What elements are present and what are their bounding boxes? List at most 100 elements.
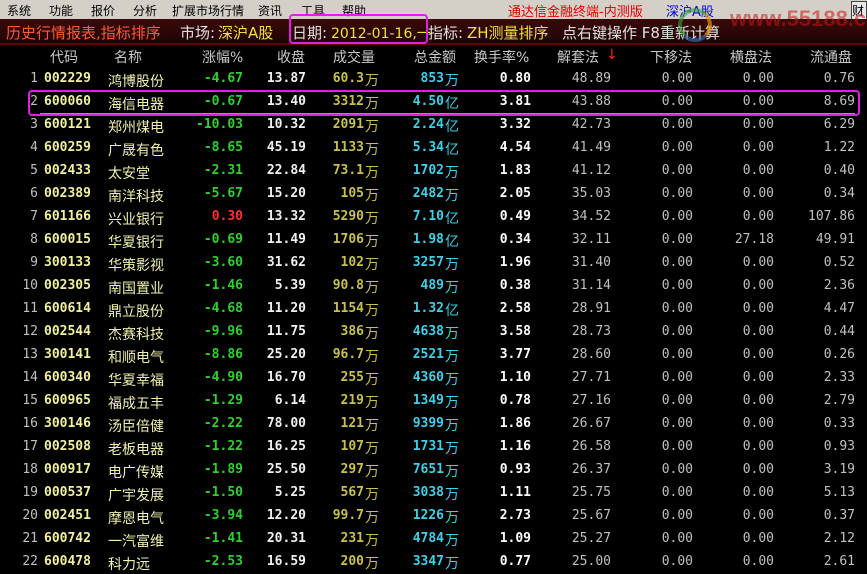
- cell-chg: -3.60: [203, 255, 243, 270]
- cell-close: 11.75: [266, 324, 306, 339]
- table-row[interactable]: 9 300133 华策影视 -3.60 31.62 102 万 3257 万 1.96 31.40 0…: [0, 252, 867, 275]
- col-amount[interactable]: 总金额: [414, 47, 456, 67]
- cell-vol-unit: 万: [365, 510, 379, 526]
- cell-vol: 105: [340, 186, 364, 201]
- cell-close: 15.20: [266, 186, 306, 201]
- cell-name: 华夏银行: [108, 235, 164, 251]
- table-row[interactable]: 1 002229 鸿博股份 -4.67 13.87 60.3 万 853 万 0.80 48.89 0…: [0, 68, 867, 91]
- table-row[interactable]: 3 600121 郑州煤电 -10.03 10.32 2091 万 2.24 亿 3.32 42.7…: [0, 114, 867, 137]
- table-row[interactable]: 17 002508 老板电器 -1.22 16.25 107 万 1731 万 1.16 26.58…: [0, 436, 867, 459]
- col-change[interactable]: 涨幅%: [202, 47, 243, 67]
- cell-amt-unit: 万: [445, 533, 459, 549]
- table-row[interactable]: 21 600742 一汽富维 -1.41 20.31 231 万 4784 万 1.09 25.27…: [0, 528, 867, 551]
- menu-analysis[interactable]: 分析: [133, 2, 157, 19]
- table-row[interactable]: 4 600259 广晟有色 -8.65 45.19 1133 万 5.34 亿 4.54 41.49…: [0, 137, 867, 160]
- cell-vol: 102: [340, 255, 364, 270]
- cell-amt-unit: 万: [445, 326, 459, 342]
- cell-amt: 4360: [412, 370, 444, 385]
- cell-close: 45.19: [266, 140, 306, 155]
- col-jietao[interactable]: 解套法: [557, 47, 599, 67]
- cell-hp: 0.00: [742, 416, 774, 431]
- cell-name: 杰赛科技: [108, 327, 164, 343]
- cell-lt: 6.29: [823, 117, 855, 132]
- cell-name: 电广传媒: [108, 465, 164, 481]
- cell-name: 福成五丰: [108, 396, 164, 412]
- cell-close: 78.00: [266, 416, 306, 431]
- sort-desc-arrow-icon: ↓: [606, 47, 618, 63]
- menu-info[interactable]: 资讯: [258, 2, 282, 19]
- cell-code: 601166: [44, 209, 91, 224]
- cell-jt: 28.91: [571, 301, 611, 316]
- table-row[interactable]: 7 601166 兴业银行 0.30 13.32 5290 万 7.10 亿 0.49 34.52 0…: [0, 206, 867, 229]
- cell-jt: 25.00: [571, 554, 611, 569]
- table-header: 代码 名称 涨幅% 收盘 成交量 总金额 换手率% 解套法 ↓ 下移法 横盘法 …: [0, 45, 867, 67]
- cell-amt-unit: 万: [445, 395, 459, 411]
- col-code[interactable]: 代码: [50, 47, 78, 67]
- table-row[interactable]: 6 002389 南洋科技 -5.67 15.20 105 万 2482 万 2.05 35.03 0…: [0, 183, 867, 206]
- cell-hp: 0.00: [742, 140, 774, 155]
- cell-code: 002229: [44, 71, 91, 86]
- col-name[interactable]: 名称: [114, 47, 142, 67]
- cell-idx: 6: [30, 186, 38, 201]
- cell-amt: 1702: [412, 163, 444, 178]
- cell-amt: 7.10: [412, 209, 444, 224]
- table-row[interactable]: 12 002544 杰赛科技 -9.96 11.75 386 万 4638 万 3.58 28.73…: [0, 321, 867, 344]
- cell-turn: 0.38: [499, 278, 531, 293]
- date-highlight-box: [289, 14, 428, 44]
- cell-amt: 853: [420, 71, 444, 86]
- table-row[interactable]: 16 300146 汤臣倍健 -2.22 78.00 121 万 9399 万 1.86 26.67…: [0, 413, 867, 436]
- cell-lt: 4.47: [823, 301, 855, 316]
- market-label: 市场:: [180, 24, 216, 42]
- cell-amt-unit: 万: [445, 487, 459, 503]
- cell-chg: -1.50: [203, 485, 243, 500]
- cell-idx: 21: [22, 531, 38, 546]
- cell-name: 华策影视: [108, 258, 164, 274]
- cell-lt: 0.76: [823, 71, 855, 86]
- cell-amt: 489: [420, 278, 444, 293]
- table-row[interactable]: 19 000537 广宇发展 -1.50 5.25 567 万 3038 万 1.11 25.75 0…: [0, 482, 867, 505]
- menu-system[interactable]: 系统: [7, 2, 31, 19]
- table-row[interactable]: 15 600965 福成五丰 -1.29 6.14 219 万 1349 万 0.78 27.16 0…: [0, 390, 867, 413]
- cell-turn: 3.58: [499, 324, 531, 339]
- cell-turn: 1.10: [499, 370, 531, 385]
- table-row[interactable]: 14 600340 华夏幸福 -4.90 16.70 255 万 4360 万 1.10 27.71…: [0, 367, 867, 390]
- table-row[interactable]: 5 002433 太安堂 -2.31 22.84 73.1 万 1702 万 1.83 41.12 0…: [0, 160, 867, 183]
- indicator-value[interactable]: ZH测量排序: [467, 22, 549, 43]
- menu-function[interactable]: 功能: [49, 2, 73, 19]
- table-row[interactable]: 20 002451 摩恩电气 -3.94 12.20 99.7 万 1226 万 2.73 25.6…: [0, 505, 867, 528]
- cell-turn: 2.73: [499, 508, 531, 523]
- table-row[interactable]: 13 300141 和顺电气 -8.86 25.20 96.7 万 2521 万 3.77 28.6…: [0, 344, 867, 367]
- menu-quote[interactable]: 报价: [91, 2, 115, 19]
- cell-code: 300141: [44, 347, 91, 362]
- col-close[interactable]: 收盘: [277, 47, 305, 67]
- cell-lt: 0.37: [823, 508, 855, 523]
- col-xiayi[interactable]: 下移法: [650, 47, 692, 67]
- cell-idx: 17: [22, 439, 38, 454]
- table-row[interactable]: 18 000917 电广传媒 -1.89 25.50 297 万 7651 万 0.93 26.37…: [0, 459, 867, 482]
- col-volume[interactable]: 成交量: [333, 47, 375, 67]
- cell-name: 广晟有色: [108, 143, 164, 159]
- cell-amt: 1.32: [412, 301, 444, 316]
- table-row[interactable]: 11 600614 鼎立股份 -4.68 11.20 1154 万 1.32 亿 2.58 28.9…: [0, 298, 867, 321]
- cell-vol-unit: 万: [365, 211, 379, 227]
- cell-amt-unit: 万: [445, 510, 459, 526]
- cell-amt: 3038: [412, 485, 444, 500]
- cell-chg: -8.65: [203, 140, 243, 155]
- menu-extended-market[interactable]: 扩展市场行情: [172, 2, 244, 19]
- finance-button[interactable]: 财: [851, 1, 867, 20]
- cell-code: 000917: [44, 462, 91, 477]
- cell-turn: 0.77: [499, 554, 531, 569]
- table-row[interactable]: 10 002305 南国置业 -1.46 5.39 90.8 万 489 万 0.38 31.14 0…: [0, 275, 867, 298]
- col-float[interactable]: 流通盘: [810, 47, 852, 67]
- market-value[interactable]: 深沪A股: [218, 22, 273, 43]
- cell-xy: 0.00: [661, 255, 693, 270]
- cell-name: 郑州煤电: [108, 120, 164, 136]
- cell-close: 25.50: [266, 462, 306, 477]
- col-hengpan[interactable]: 横盘法: [730, 47, 772, 67]
- cell-turn: 1.09: [499, 531, 531, 546]
- table-row[interactable]: 22 600478 科力远 -2.53 16.59 200 万 3347 万 0.77 25.00 0…: [0, 551, 867, 574]
- table-row[interactable]: 8 600015 华夏银行 -0.69 11.49 1706 万 1.98 亿 0.34 32.11…: [0, 229, 867, 252]
- cell-chg: -1.46: [203, 278, 243, 293]
- col-turnover[interactable]: 换手率%: [474, 47, 529, 67]
- cell-amt: 1349: [412, 393, 444, 408]
